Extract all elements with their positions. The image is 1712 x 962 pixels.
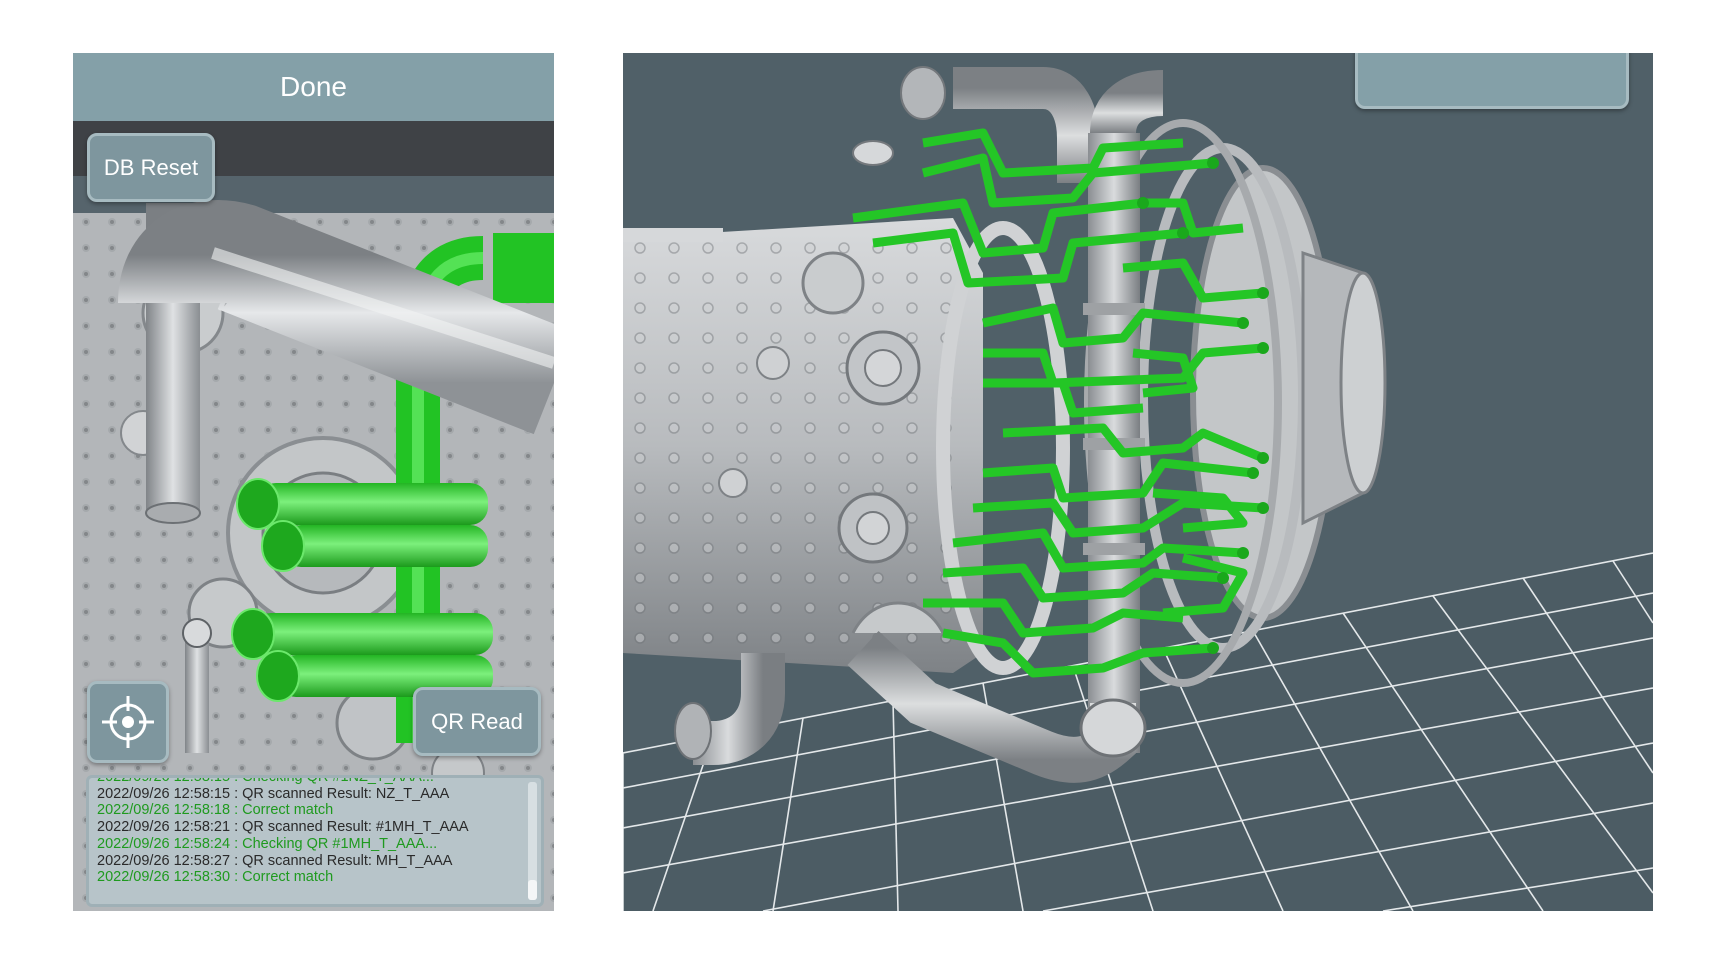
log-line: 2022/09/26 12:58:27 : QR scanned Result:… [97,852,453,869]
scan-log[interactable]: 2022/09/26 12:58:15 : Checking QR #1NZ_T… [86,775,544,907]
log-line: 2022/09/26 12:58:30 : Correct match [97,869,334,886]
turbine-3d-model [623,53,1653,911]
log-line: 2022/09/26 12:58:18 : Correct match [97,802,334,819]
log-line: 2022/09/26 12:58:24 : Checking QR #1MH_T… [97,835,438,852]
db-reset-label: DB Reset [103,154,199,180]
qr-read-label: QR Read [431,708,523,734]
db-reset-button[interactable]: DB Reset [87,133,215,202]
locate-button[interactable] [87,681,169,763]
qr-read-button[interactable]: QR Read [413,687,541,756]
done-button[interactable]: Done [73,53,554,121]
viewport-overlay-button[interactable] [1355,53,1629,109]
log-line: 2022/09/26 12:58:21 : QR scanned Result:… [97,819,469,836]
crosshair-icon [102,696,154,748]
3d-model-viewport[interactable] [623,53,1653,911]
log-scrollbar[interactable] [528,782,537,900]
log-scrollbar-thumb[interactable] [528,880,537,900]
scan-log-lines: 2022/09/26 12:58:15 : Checking QR #1NZ_T… [97,775,523,886]
log-line: 2022/09/26 12:58:15 : QR scanned Result:… [97,785,450,802]
done-label: Done [280,71,347,102]
mobile-ar-view: Done DB Reset QR Read 2022/09/26 12:58:1… [73,53,554,911]
log-line-partial: 2022/09/26 12:58:15 : Checking QR #1NZ_T… [97,775,434,785]
